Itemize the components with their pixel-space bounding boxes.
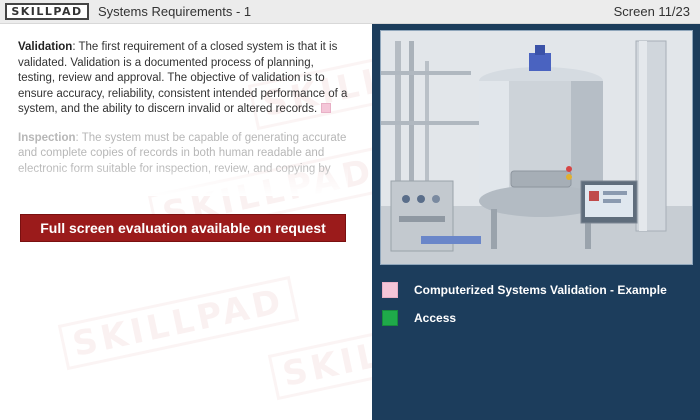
link-item-access[interactable]: Access: [380, 304, 693, 332]
screen-counter: Screen 11/23: [613, 4, 690, 19]
link-label: Access: [414, 311, 457, 325]
validation-heading: Validation: [18, 41, 73, 53]
watermark: SKILLPAD: [57, 275, 300, 371]
skillpad-logo: SKILLPAD: [5, 3, 89, 20]
green-square-icon: [382, 310, 398, 326]
link-item-csv-example[interactable]: Computerized Systems Validation - Exampl…: [380, 276, 693, 304]
text-fade-overlay: [18, 166, 348, 196]
pink-marker-icon: [321, 103, 332, 113]
content-area: Validation: The first requirement of a c…: [18, 40, 348, 177]
inspection-heading: Inspection: [18, 131, 76, 144]
header-bar: SKILLPAD Systems Requirements - 1 Screen…: [0, 0, 700, 24]
link-list: Computerized Systems Validation - Exampl…: [380, 276, 693, 332]
link-label: Computerized Systems Validation - Exampl…: [414, 283, 667, 297]
evaluation-banner-button[interactable]: Full screen evaluation available on requ…: [20, 214, 346, 242]
media-panel: Computerized Systems Validation - Exampl…: [372, 24, 700, 420]
validation-paragraph: Validation: The first requirement of a c…: [18, 40, 348, 118]
industrial-tank-image: [380, 30, 693, 265]
pink-square-icon: [382, 282, 398, 298]
tank-illustration: [381, 31, 692, 264]
page-title: Systems Requirements - 1: [98, 4, 252, 19]
